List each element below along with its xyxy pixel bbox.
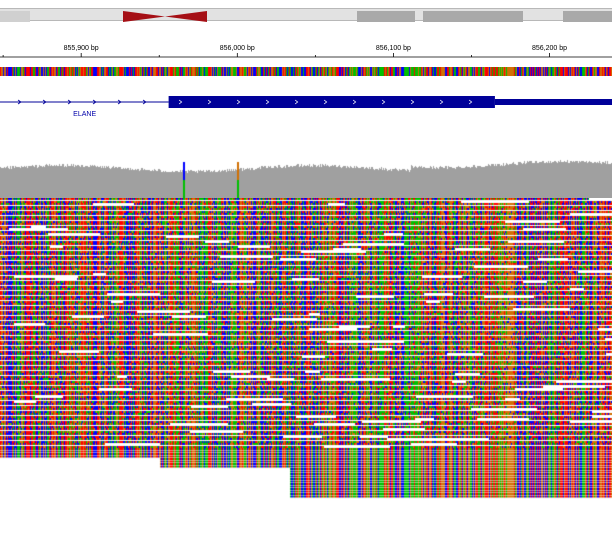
gene-name-label[interactable]: ELANE	[73, 111, 96, 118]
ruler-tick-label: 856,100 bp	[375, 45, 411, 52]
ruler-tick-label: 856,200 bp	[532, 45, 568, 52]
chromosome-ideogram[interactable]	[0, 8, 612, 22]
centromere	[123, 11, 165, 22]
cytoband	[357, 11, 415, 22]
ruler-tick-label: 856,000 bp	[219, 45, 255, 52]
coverage-track[interactable]	[0, 152, 612, 198]
cytoband	[0, 11, 30, 22]
cytoband	[423, 11, 523, 22]
ruler-track[interactable]: 855,900 bp 856,000 bp 856,100 bp 856,200…	[0, 36, 612, 58]
sequence-track[interactable]	[0, 67, 612, 76]
gene-exon	[168, 96, 495, 108]
centromere	[165, 11, 207, 22]
ideogram-svg	[0, 11, 612, 22]
cytoband	[563, 11, 612, 22]
ruler-tick-label: 855,900 bp	[63, 45, 99, 52]
alignment-reads-track[interactable]	[0, 198, 612, 508]
gene-utr	[494, 99, 612, 105]
